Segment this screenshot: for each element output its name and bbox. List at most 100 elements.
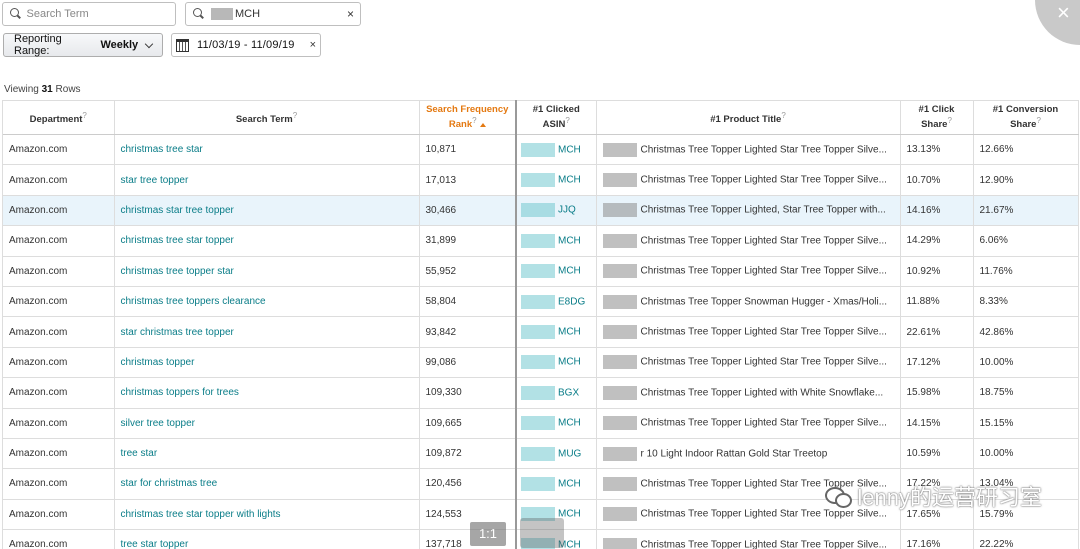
search-term-box[interactable] [2, 2, 176, 26]
cell-search-term-link[interactable]: christmas tree star [114, 134, 420, 166]
cell-conversion-share: 10.00% [973, 347, 1079, 379]
table-row[interactable]: Amazon.com christmas tree toppers clearan… [3, 286, 1079, 318]
asin-search-box[interactable]: MCH × [185, 2, 361, 26]
cell-click-share: 17.12% [900, 347, 974, 379]
table-row[interactable]: Amazon.com silver tree topper 109,665 MCH Ch… [3, 408, 1079, 439]
cell-conversion-share: 6.06% [973, 225, 1079, 257]
cell-department-text: Amazon.com [9, 326, 68, 338]
search-term-input[interactable] [26, 8, 175, 20]
cell-asin-link[interactable]: E8DG [516, 286, 597, 318]
cell-search-term-link[interactable]: star for christmas tree [114, 468, 420, 500]
cell-search-term-link[interactable]: christmas tree toppers clearance [114, 286, 420, 318]
header-search-frequency-rank[interactable]: Search Frequency Rank? [419, 100, 517, 135]
cell-asin-link[interactable]: MCH [516, 256, 597, 287]
cell-click-share: 17.16% [900, 529, 974, 549]
table-row[interactable]: Amazon.com christmas toppers for trees 109… [3, 377, 1079, 409]
cell-search-frequency-rank: 109,665 [419, 408, 517, 439]
table-row[interactable]: Amazon.com christmas tree topper star 55,9… [3, 256, 1079, 287]
cell-search-frequency-rank: 10,871 [419, 134, 517, 166]
cell-asin-link[interactable]: JJQ [516, 195, 597, 227]
cell-search-term-link-text: star tree topper [120, 174, 189, 186]
cell-click-share: 15.98% [900, 377, 974, 409]
cell-search-term-link[interactable]: christmas toppers for trees [114, 377, 420, 409]
cell-asin-link[interactable]: MCH [516, 408, 597, 439]
header-clicked-asin[interactable]: #1 Clicked ASIN? [516, 100, 597, 135]
cell-click-share: 22.61% [900, 316, 974, 348]
cell-conversion-share: 10.00% [973, 438, 1079, 470]
cell-search-term-link[interactable]: christmas tree topper star [114, 256, 420, 287]
cell-conversion-share-text: 22.22% [979, 539, 1014, 549]
redacted-block [521, 173, 555, 188]
cell-search-term-link-text: christmas toppers for trees [120, 387, 239, 399]
cell-search-term-link[interactable]: christmas star tree topper [114, 195, 420, 227]
date-range-value: 11/03/19 - 11/09/19 [197, 39, 295, 51]
product-thumbnail [602, 203, 637, 218]
table-row[interactable]: Amazon.com christmas topper 99,086 MCH Chris… [3, 347, 1079, 379]
cell-asin-link[interactable]: MCH [516, 468, 597, 500]
redacted-block [211, 8, 233, 20]
cell-asin-link[interactable]: MCH [516, 164, 597, 196]
header-search-term[interactable]: Search Term? [114, 100, 420, 135]
cell-search-term-link[interactable]: christmas tree star topper [114, 225, 420, 257]
cell-product-title: Christmas Tree Topper Lighted Star Tree … [596, 316, 901, 348]
cell-click-share: 11.88% [900, 286, 974, 318]
cell-asin-link-text: MCH [558, 478, 581, 490]
watermark-text: lenny的运营研习室 [857, 485, 1042, 510]
cell-click-share: 14.16% [900, 195, 974, 227]
cell-asin-link[interactable]: MCH [516, 316, 597, 348]
cell-search-term-link[interactable]: silver tree topper [114, 408, 420, 439]
table-row[interactable]: Amazon.com star christmas tree topper 93,8… [3, 316, 1079, 348]
clear-icon[interactable]: × [310, 39, 316, 51]
reporting-range-value: Weekly [100, 39, 139, 51]
cell-product-title-text: Christmas Tree Topper Lighted Star Tree … [640, 235, 887, 247]
redacted-block [521, 355, 555, 370]
cell-search-frequency-rank: 58,804 [419, 286, 517, 318]
cell-asin-link[interactable]: BGX [516, 377, 597, 409]
search-bar: MCH × [2, 2, 1080, 26]
header-department[interactable]: Department? [3, 100, 115, 135]
cell-department: Amazon.com [3, 529, 115, 549]
watermark: lenny的运营研习室 [825, 480, 1042, 512]
cell-search-term-link[interactable]: star tree topper [114, 164, 420, 196]
reporting-range-dropdown[interactable]: Reporting Range: Weekly [3, 33, 163, 57]
clear-icon[interactable]: × [347, 7, 354, 21]
cell-department: Amazon.com [3, 164, 115, 196]
table-row[interactable]: Amazon.com christmas tree star 10,871 MCH Ch… [3, 134, 1079, 166]
cell-asin-link[interactable]: MCH [516, 347, 597, 379]
cell-search-frequency-rank-text: 109,665 [425, 417, 462, 429]
table-row[interactable]: Amazon.com christmas star tree topper 30,4… [3, 195, 1079, 227]
cell-search-term-link[interactable]: christmas topper [114, 347, 420, 379]
redacted-block [521, 385, 555, 400]
cell-click-share: 10.59% [900, 438, 974, 470]
cell-search-term-link[interactable]: christmas tree star topper with lights [114, 499, 420, 531]
cell-search-frequency-rank-text: 93,842 [425, 326, 457, 338]
cell-asin-link[interactable]: MCH [516, 225, 597, 257]
date-range-picker[interactable]: 11/03/19 - 11/09/19 × [171, 33, 321, 57]
header-conversion-share[interactable]: #1 Conversion Share? [973, 100, 1079, 135]
cell-search-term-link[interactable]: tree star topper [114, 529, 420, 549]
cell-click-share-text: 15.98% [906, 387, 941, 399]
cell-asin-link-text: E8DG [558, 296, 586, 308]
cell-department-text: Amazon.com [9, 296, 68, 308]
cell-department-text: Amazon.com [9, 144, 68, 156]
cell-asin-link[interactable]: MUG [516, 438, 597, 470]
table-row[interactable]: Amazon.com tree star 109,872 MUG r 10 Light … [3, 438, 1079, 470]
cell-search-frequency-rank-text: 58,804 [425, 296, 457, 308]
cell-asin-link[interactable]: MCH [516, 134, 597, 166]
cell-department: Amazon.com [3, 408, 115, 439]
cell-product-title-text: Christmas Tree Topper Lighted Star Tree … [640, 326, 887, 338]
table-row[interactable]: Amazon.com christmas tree star topper 31,8… [3, 225, 1079, 257]
cell-search-term-link-text: tree star [120, 448, 158, 460]
cell-search-term-link[interactable]: tree star [114, 438, 420, 470]
header-product-title[interactable]: #1 Product Title? [596, 100, 901, 135]
cell-conversion-share-text: 15.15% [979, 417, 1014, 429]
thumbnail-overlay [520, 518, 564, 548]
table-row[interactable]: Amazon.com star tree topper 17,013 MCH Chris… [3, 164, 1079, 196]
cell-search-frequency-rank-text: 55,952 [425, 265, 457, 277]
header-click-share[interactable]: #1 Click Share? [900, 100, 974, 135]
calendar-icon[interactable] [176, 38, 189, 52]
cell-search-term-link[interactable]: star christmas tree topper [114, 316, 420, 348]
cell-department-text: Amazon.com [9, 508, 68, 520]
cell-asin-link-text: JJQ [558, 205, 576, 217]
cell-product-title-text: Christmas Tree Topper Lighted Star Tree … [640, 174, 887, 186]
